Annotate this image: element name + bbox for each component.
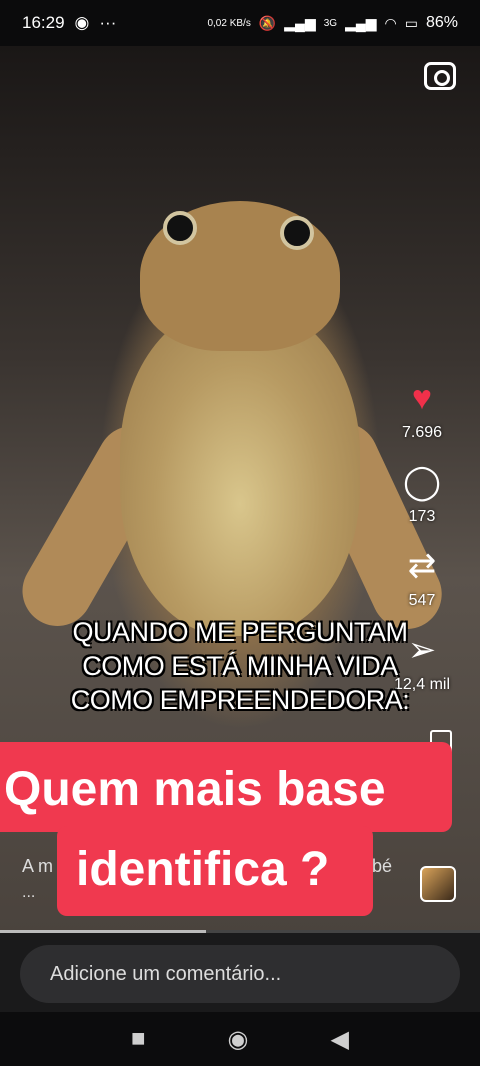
data-speed: 0,02 KB/s (207, 17, 251, 29)
repost-button[interactable]: ⇄ 547 (408, 546, 437, 610)
status-bar: 16:29 ◉ ··· 0,02 KB/s 🔕 ▂▄▆ 3G ▂▄▆ ◠ ▭ 8… (0, 0, 480, 46)
frog-body (120, 306, 360, 636)
camera-icon[interactable] (424, 62, 456, 90)
system-nav-bar: ■ ◉ ◀ (0, 1012, 480, 1066)
more-dots-icon: ··· (99, 13, 117, 32)
like-button[interactable]: ♥ 7.696 (402, 378, 442, 442)
music-disc[interactable] (420, 866, 456, 902)
comment-input[interactable]: Adicione um comentário... (20, 945, 460, 1003)
repost-count: 547 (408, 592, 436, 609)
status-time: 16:29 (22, 13, 65, 32)
recents-button[interactable]: ■ (131, 1025, 146, 1053)
battery-icon: ▭ (404, 14, 418, 31)
home-button[interactable]: ◉ (228, 1025, 249, 1054)
battery-level: 86% (425, 14, 458, 31)
network-type: 3G (323, 17, 338, 29)
caption-text[interactable]: A m (22, 856, 53, 877)
mute-icon: 🔕 (258, 14, 277, 31)
signal-icon-2: ▂▄▆ (345, 14, 377, 31)
comment-button[interactable]: ◯ 173 (403, 462, 441, 526)
caption-more[interactable]: ... (22, 884, 35, 902)
back-button[interactable]: ◀ (330, 1025, 348, 1054)
overlay-text-line1: Quem mais base (4, 763, 386, 816)
overlay-text-line2: identifica ? (76, 843, 330, 896)
comment-bar: Adicione um comentário... (0, 933, 480, 1021)
whatsapp-icon: ◉ (74, 13, 90, 32)
like-count: 7.696 (401, 424, 443, 441)
caption-text-end[interactable]: bé (372, 856, 392, 877)
meme-caption: QUANDO ME PERGUNTAM COMO ESTÁ MINHA VIDA… (70, 617, 410, 715)
comment-count: 173 (408, 508, 436, 525)
heart-icon: ♥ (411, 379, 433, 417)
wifi-icon: ◠ (384, 14, 397, 31)
comment-icon: ◯ (402, 463, 442, 501)
comment-placeholder: Adicione um comentário... (50, 962, 282, 985)
frog-eye-right (280, 216, 314, 250)
signal-icon: ▂▄▆ (284, 14, 316, 31)
frog-eye-left (163, 211, 197, 245)
repost-icon: ⇄ (407, 547, 437, 585)
